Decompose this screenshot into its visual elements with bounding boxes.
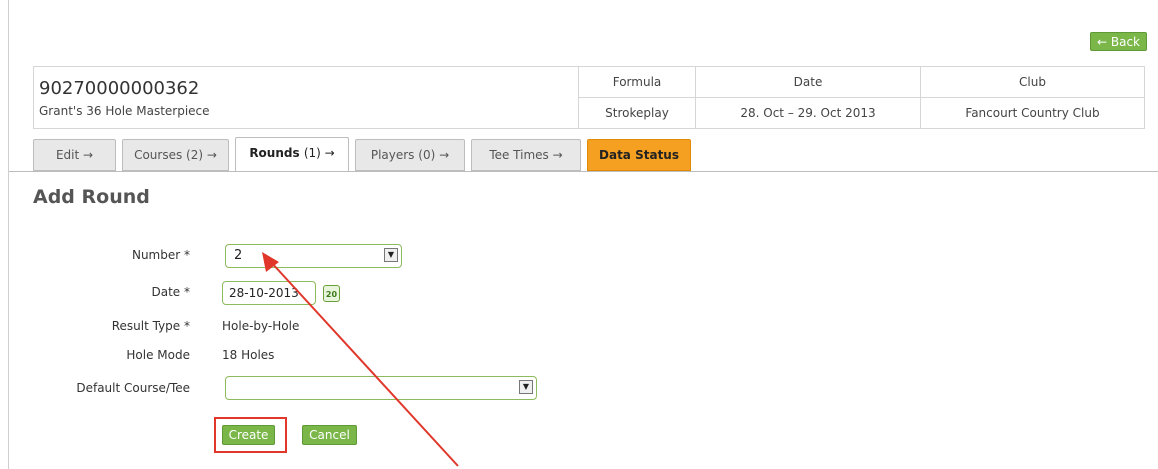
annotation-arrow [262, 252, 459, 467]
